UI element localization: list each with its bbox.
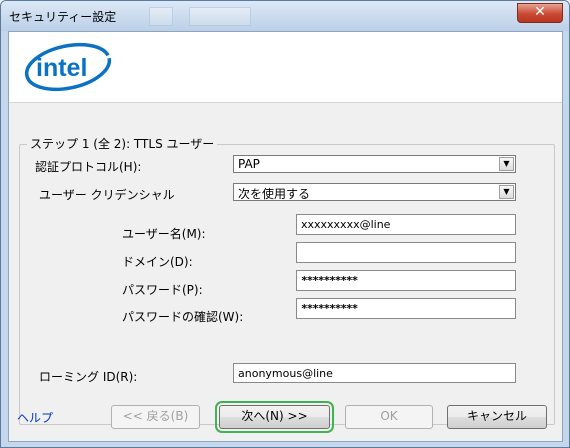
dialog-body: intel ステップ 1 (全 2): TTLS ユーザー 認証プロトコル(H)… bbox=[8, 31, 563, 442]
help-link[interactable]: ヘルプ bbox=[17, 409, 53, 426]
confirm-password-label: パスワードの確認(W): bbox=[122, 310, 244, 324]
next-button[interactable]: 次へ(N) >> bbox=[215, 401, 334, 433]
background-window-ghost bbox=[149, 7, 173, 26]
chevron-down-icon[interactable]: ▼ bbox=[499, 157, 514, 171]
security-settings-dialog: セキュリティー設定 ✕ intel ステップ 1 (全 2): TTLS ユーザ… bbox=[0, 0, 570, 448]
ok-button[interactable]: OK bbox=[345, 405, 433, 429]
roaming-id-label: ローミング ID(R): bbox=[39, 370, 138, 384]
close-icon: ✕ bbox=[534, 4, 546, 20]
step-legend: ステップ 1 (全 2): TTLS ユーザー bbox=[27, 135, 218, 152]
header-banner: intel bbox=[9, 32, 562, 102]
window-title: セキュリティー設定 bbox=[9, 10, 117, 24]
domain-label: ドメイン(D): bbox=[122, 255, 193, 269]
credentials-select[interactable]: 次を使用する ▼ bbox=[233, 183, 516, 201]
background-window-ghost bbox=[189, 7, 251, 26]
confirm-password-input[interactable]: ********** bbox=[296, 298, 516, 319]
close-button[interactable]: ✕ bbox=[517, 3, 563, 23]
cancel-button[interactable]: キャンセル bbox=[447, 405, 547, 429]
roaming-id-input[interactable]: anonymous@line bbox=[233, 363, 516, 383]
chevron-down-icon[interactable]: ▼ bbox=[499, 185, 514, 199]
username-label: ユーザー名(M): bbox=[122, 227, 206, 241]
auth-protocol-label: 認証プロトコル(H): bbox=[35, 160, 142, 174]
auth-protocol-value: PAP bbox=[238, 157, 260, 171]
intel-logo: intel bbox=[24, 42, 112, 92]
password-input[interactable]: ********** bbox=[296, 270, 516, 291]
username-input[interactable]: xxxxxxxxx@line bbox=[296, 214, 516, 235]
header-separator bbox=[9, 102, 562, 103]
credentials-value: 次を使用する bbox=[238, 187, 311, 201]
back-button[interactable]: << 戻る(B) bbox=[111, 405, 200, 429]
domain-input[interactable] bbox=[296, 242, 516, 263]
title-bar[interactable]: セキュリティー設定 ✕ bbox=[1, 1, 569, 31]
credentials-label: ユーザー クリデンシャル bbox=[39, 188, 175, 202]
auth-protocol-select[interactable]: PAP ▼ bbox=[233, 155, 516, 173]
password-label: パスワード(P): bbox=[122, 283, 203, 297]
logo-text: intel bbox=[36, 54, 87, 82]
